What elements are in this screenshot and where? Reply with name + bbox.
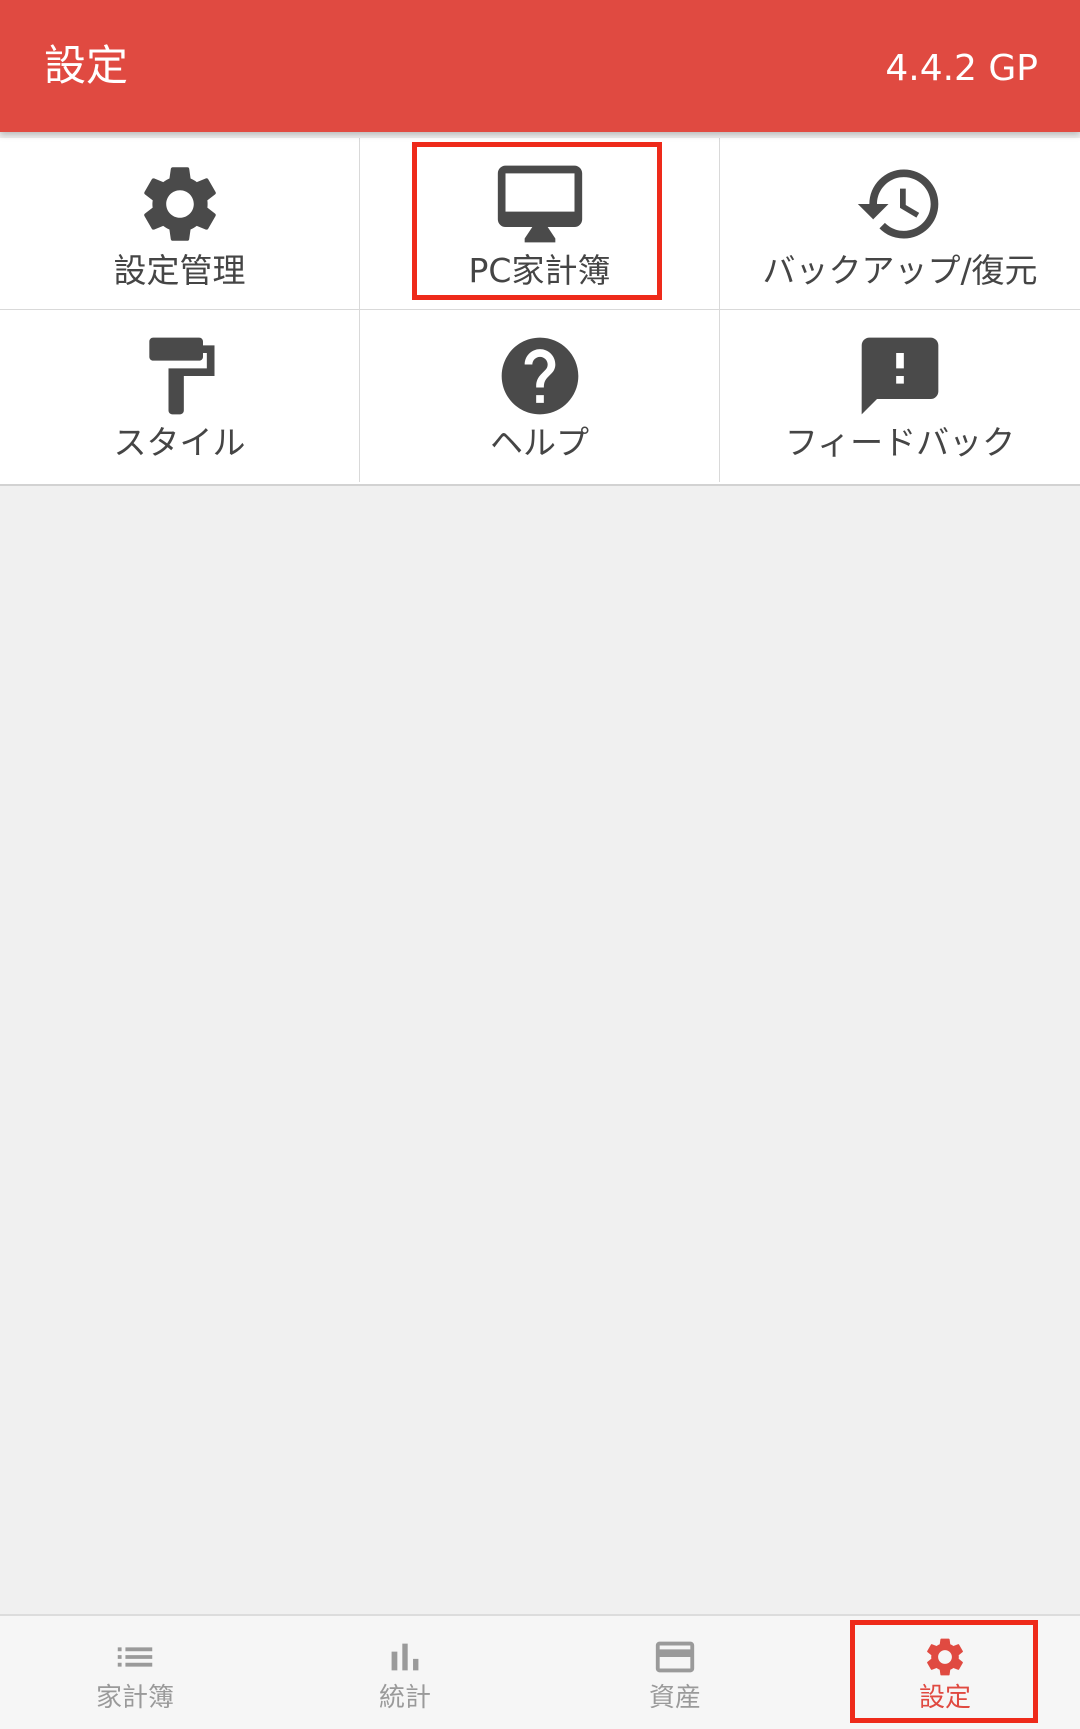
menu-item-label: バックアップ/復元 <box>762 251 1038 290</box>
menu-item-label: 設定管理 <box>113 251 246 290</box>
bar-chart-icon <box>382 1634 428 1680</box>
version-label: 4.4.2 GP <box>885 48 1038 89</box>
menu-item-settings-management[interactable]: 設定管理 <box>0 138 360 310</box>
gear-icon <box>922 1634 968 1680</box>
menu-item-label: ヘルプ <box>490 423 589 462</box>
nav-item-statistics[interactable]: 統計 <box>270 1616 540 1729</box>
menu-item-pc-kakeibo[interactable]: PC家計簿 <box>360 138 720 310</box>
help-circle-icon <box>494 330 586 422</box>
page-title: 設定 <box>44 41 129 90</box>
history-icon <box>854 158 946 250</box>
menu-item-label: スタイル <box>113 423 246 462</box>
gear-icon <box>134 158 226 250</box>
nav-item-assets[interactable]: 資産 <box>540 1616 810 1729</box>
paint-roller-icon <box>134 330 226 422</box>
nav-item-kakeibo[interactable]: 家計簿 <box>0 1616 270 1729</box>
nav-item-label: 家計簿 <box>95 1683 174 1713</box>
menu-item-help[interactable]: ヘルプ <box>360 310 720 482</box>
settings-menu-grid: 設定管理 PC家計簿 バックアップ/復元 スタイル ヘルプ フィードバック <box>0 138 1080 486</box>
credit-card-icon <box>652 1634 698 1680</box>
nav-item-label: 設定 <box>918 1683 971 1713</box>
menu-item-label: PC家計簿 <box>468 251 611 290</box>
bottom-navigation: 家計簿 統計 資産 設定 <box>0 1614 1080 1729</box>
menu-item-label: フィードバック <box>784 423 1016 462</box>
nav-item-label: 資産 <box>648 1683 701 1713</box>
app-bar: 設定 4.4.2 GP <box>0 0 1080 132</box>
list-icon <box>112 1634 158 1680</box>
menu-item-feedback[interactable]: フィードバック <box>720 310 1080 482</box>
nav-item-label: 統計 <box>378 1683 431 1713</box>
menu-item-style[interactable]: スタイル <box>0 310 360 482</box>
desktop-monitor-icon <box>494 158 586 250</box>
nav-item-settings[interactable]: 設定 <box>810 1616 1080 1729</box>
menu-item-backup-restore[interactable]: バックアップ/復元 <box>720 138 1080 310</box>
feedback-icon <box>854 330 946 422</box>
